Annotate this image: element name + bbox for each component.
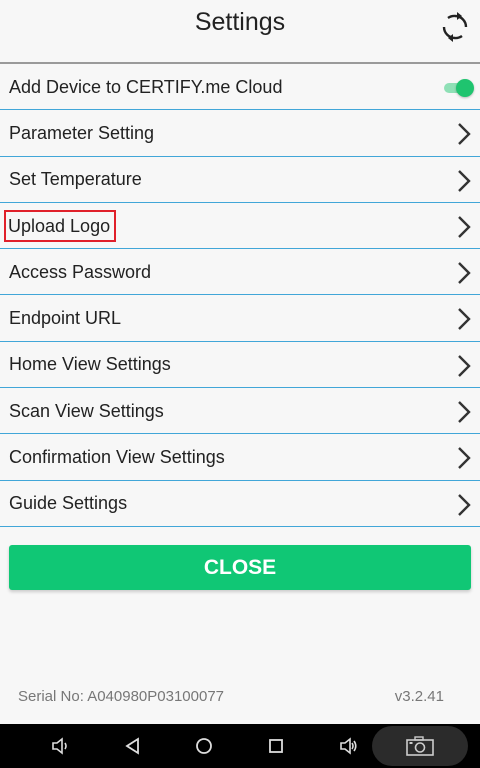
setting-row-home-view-settings[interactable]: Home View Settings xyxy=(0,342,480,389)
setting-label: Upload Logo xyxy=(4,209,117,242)
volume-down-icon[interactable] xyxy=(50,736,70,756)
setting-label: Guide Settings xyxy=(9,493,128,514)
setting-row-parameter-setting[interactable]: Parameter Setting xyxy=(0,110,480,157)
setting-row-add-device-cloud[interactable]: Add Device to CERTIFY.me Cloud xyxy=(0,64,480,111)
close-button[interactable]: CLOSE xyxy=(9,545,471,590)
page-title: Settings xyxy=(194,8,286,36)
setting-label: Add Device to CERTIFY.me Cloud xyxy=(9,76,283,97)
setting-label: Set Temperature xyxy=(9,169,142,190)
home-icon[interactable] xyxy=(194,736,214,756)
screenshot-camera-icon xyxy=(406,736,434,756)
cloud-toggle-switch[interactable] xyxy=(442,79,474,97)
setting-row-endpoint-url[interactable]: Endpoint URL xyxy=(0,295,480,342)
android-nav-bar xyxy=(0,724,480,768)
chevron-right-icon xyxy=(458,169,471,192)
chevron-right-icon xyxy=(458,123,471,146)
screenshot-button[interactable] xyxy=(372,726,468,766)
setting-row-guide-settings[interactable]: Guide Settings xyxy=(0,481,480,527)
setting-label: Home View Settings xyxy=(9,354,171,375)
setting-row-set-temperature[interactable]: Set Temperature xyxy=(0,157,480,203)
serial-number: Serial No: A040980P03100077 xyxy=(18,688,225,705)
header-bar: Settings xyxy=(0,0,480,64)
chevron-right-icon xyxy=(458,401,471,423)
chevron-right-icon xyxy=(458,262,471,285)
setting-label: Confirmation View Settings xyxy=(9,447,225,468)
setting-label: Endpoint URL xyxy=(9,308,122,329)
setting-label: Scan View Settings xyxy=(9,400,164,421)
back-icon[interactable] xyxy=(123,736,143,756)
chevron-right-icon xyxy=(458,216,471,238)
chevron-right-icon xyxy=(458,447,471,470)
setting-row-scan-view-settings[interactable]: Scan View Settings xyxy=(0,388,480,435)
volume-up-icon[interactable] xyxy=(338,736,358,756)
chevron-right-icon xyxy=(458,354,471,377)
setting-row-upload-logo[interactable]: Upload Logo xyxy=(0,203,480,250)
app-version: v3.2.41 xyxy=(394,688,444,705)
settings-list: Add Device to CERTIFY.me Cloud Parameter… xyxy=(0,64,480,527)
refresh-icon[interactable] xyxy=(440,12,470,42)
setting-row-confirmation-view-settings[interactable]: Confirmation View Settings xyxy=(0,434,480,481)
chevron-right-icon xyxy=(458,308,471,331)
chevron-right-icon xyxy=(458,493,471,516)
setting-row-access-password[interactable]: Access Password xyxy=(0,249,480,296)
recents-icon[interactable] xyxy=(266,736,286,756)
toggle-knob xyxy=(456,79,474,97)
setting-label: Access Password xyxy=(9,261,152,282)
setting-label: Parameter Setting xyxy=(9,122,155,143)
